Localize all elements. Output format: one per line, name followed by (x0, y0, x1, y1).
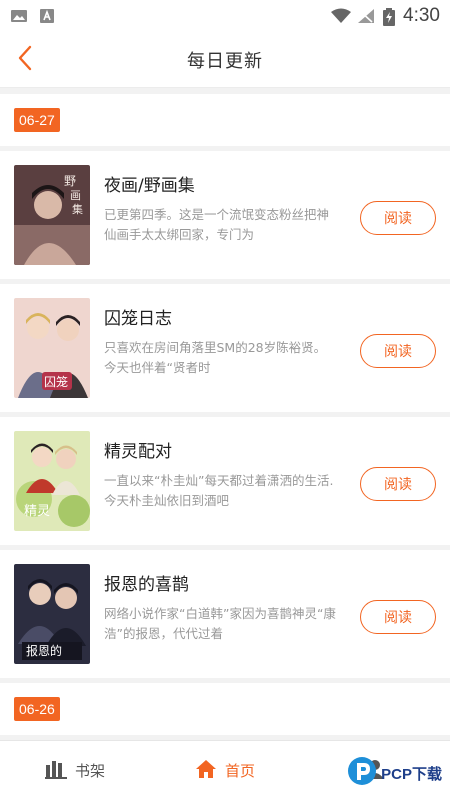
read-button[interactable]: 阅读 (360, 201, 436, 235)
book-description: 已更第四季。这是一个流氓变态粉丝把神仙画手太太绑回家，专门为 (104, 207, 330, 242)
watermark-logo-icon (347, 756, 377, 790)
svg-text:画: 画 (70, 189, 81, 202)
book-item[interactable]: 囚笼 囚笼日志 只喜欢在房间角落里SM的28岁陈裕贤。 今天也伴着“贤者时 阅读 (0, 284, 450, 412)
book-title[interactable]: 夜画/野画集 (104, 171, 336, 196)
book-cover[interactable]: 报恩的 (14, 564, 90, 664)
chevron-left-icon (17, 45, 33, 75)
nav-home[interactable]: 首页 (150, 741, 300, 800)
svg-text:精灵: 精灵 (24, 504, 50, 519)
book-cover[interactable]: 精灵 (14, 431, 90, 531)
wifi-icon (331, 8, 352, 24)
book-description: 一直以来“朴圭灿”每天都过着潇洒的生活.今天朴圭灿依旧到酒吧 (104, 473, 334, 508)
book-description: 只喜欢在房间角落里SM的28岁陈裕贤。 今天也伴着“贤者时 (104, 340, 327, 375)
date-section-header: 06-27 (0, 94, 450, 146)
svg-text:囚笼: 囚笼 (44, 374, 68, 389)
nav-label: 首页 (224, 762, 255, 780)
date-badge: 06-26 (14, 697, 60, 721)
back-button[interactable] (10, 44, 40, 76)
status-time: 4:30 (403, 5, 440, 26)
svg-text:报恩的: 报恩的 (26, 643, 62, 658)
read-button[interactable]: 阅读 (360, 334, 436, 368)
nav-label: 书架 (74, 762, 105, 780)
bookshelf-icon (44, 759, 67, 783)
no-signal-icon (357, 8, 375, 24)
watermark: PCP下载 (347, 756, 442, 790)
book-cover[interactable]: 囚笼 (14, 298, 90, 398)
book-title[interactable]: 报恩的喜鹊 (104, 570, 336, 595)
svg-text:集: 集 (72, 202, 83, 216)
page-title: 每日更新 (187, 50, 263, 72)
date-section-header: 06-26 (0, 683, 450, 735)
a-notification-icon (38, 8, 56, 24)
date-badge: 06-27 (14, 108, 60, 132)
watermark-text: PCP下载 (381, 765, 442, 783)
home-icon (195, 758, 217, 784)
read-button[interactable]: 阅读 (360, 467, 436, 501)
image-icon (10, 8, 28, 24)
nav-bookshelf[interactable]: 书架 (0, 741, 150, 800)
daily-update-list[interactable]: 06-27 野 画 集 夜画/野画集 已更第四季。这是一个流氓变态粉丝把神仙画手… (0, 89, 450, 740)
book-item[interactable]: 野 画 集 夜画/野画集 已更第四季。这是一个流氓变态粉丝把神仙画手太太绑回家，… (0, 151, 450, 279)
book-title[interactable]: 囚笼日志 (104, 304, 336, 329)
read-button[interactable]: 阅读 (360, 600, 436, 634)
book-cover[interactable]: 野 画 集 (14, 165, 90, 265)
battery-charging-icon (383, 8, 396, 26)
page-header: 每日更新 (0, 32, 450, 88)
status-bar: 4:30 (0, 0, 450, 32)
book-item[interactable]: 报恩的 报恩的喜鹊 网络小说作家“白道韩”家因为喜鹊神灵“康浩”的报恩，代代过着… (0, 550, 450, 678)
book-title[interactable]: 精灵配对 (104, 437, 336, 462)
book-description: 网络小说作家“白道韩”家因为喜鹊神灵“康浩”的报恩，代代过着 (104, 606, 336, 641)
svg-text:野: 野 (64, 174, 76, 188)
book-item[interactable]: 精灵 精灵配对 一直以来“朴圭灿”每天都过着潇洒的生活.今天朴圭灿依旧到酒吧 阅… (0, 417, 450, 545)
